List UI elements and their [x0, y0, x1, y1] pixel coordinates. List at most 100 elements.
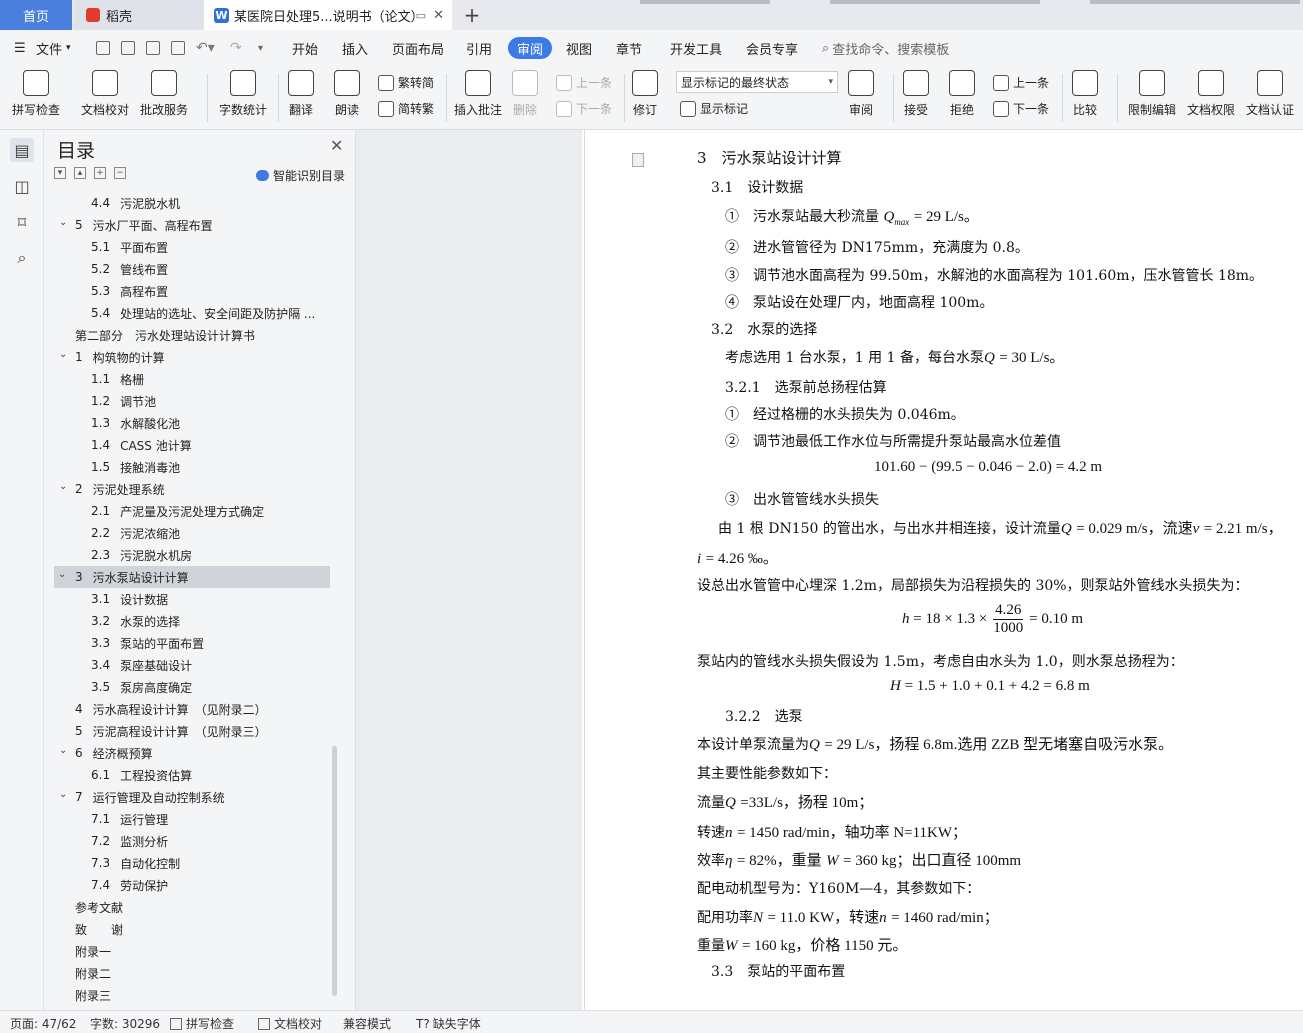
- toc-item[interactable]: 5.1 平面布置: [91, 236, 168, 258]
- toc-item[interactable]: 4.4 污泥脱水机: [91, 192, 180, 214]
- simp-to-trad-button[interactable]: 简转繁: [378, 100, 434, 117]
- menu-item-layout[interactable]: 页面布局: [392, 30, 444, 66]
- menu-item-references[interactable]: 引用: [466, 30, 492, 66]
- add-heading-icon[interactable]: +: [94, 167, 106, 179]
- toc-item[interactable]: 3.2 水泵的选择: [91, 610, 180, 632]
- prev-comment-button[interactable]: 上一条: [556, 74, 612, 91]
- redo-icon[interactable]: ↷: [230, 30, 242, 66]
- toc-item[interactable]: 2.1 产泥量及污泥处理方式确定: [91, 500, 264, 522]
- markup-state-dropdown[interactable]: 显示标记的最终状态 ▾: [676, 71, 838, 93]
- toc-item[interactable]: 参考文献: [75, 896, 123, 918]
- paragraph-icon[interactable]: [632, 153, 644, 167]
- toc-item[interactable]: 2.3 污泥脱水机房: [91, 544, 192, 566]
- menu-item-chapter[interactable]: 章节: [616, 30, 642, 66]
- spell-check-button[interactable]: 拼写检查: [12, 70, 60, 118]
- navigation-icon[interactable]: ◫: [10, 174, 34, 198]
- status-spell-check[interactable]: 拼写检查: [170, 1015, 234, 1032]
- toc-item[interactable]: 5.2 管线布置: [91, 258, 168, 280]
- toc-item[interactable]: 7.2 监测分析: [91, 830, 168, 852]
- status-proofread[interactable]: 文档校对: [258, 1015, 322, 1032]
- new-tab-button[interactable]: +: [460, 0, 484, 30]
- print-icon[interactable]: [146, 30, 160, 66]
- missing-font[interactable]: T? 缺失字体: [416, 1015, 481, 1032]
- toc-item[interactable]: 5 污泥高程设计计算 （见附录三）: [75, 720, 267, 742]
- accept-button[interactable]: 接受: [903, 70, 929, 118]
- search-icon[interactable]: ⌕: [10, 246, 34, 270]
- proofread-button[interactable]: 文档校对: [81, 70, 129, 118]
- word-count[interactable]: 字数: 30296: [90, 1015, 160, 1032]
- menu-item-review[interactable]: 审阅: [508, 37, 553, 59]
- toc-panel-icon[interactable]: ▤: [10, 138, 34, 162]
- chevron-down-icon[interactable]: ⌄: [59, 349, 67, 360]
- review-pane-button[interactable]: 审阅: [848, 70, 874, 118]
- delete-comment-button[interactable]: 删除: [512, 70, 538, 118]
- file-menu[interactable]: 文件 ▾: [36, 30, 71, 66]
- toc-item[interactable]: ⌄ 3 污水泵站设计计算: [54, 566, 330, 588]
- toc-item[interactable]: ⌄ 1 构筑物的计算: [59, 346, 165, 368]
- chevron-down-icon[interactable]: ⌄: [59, 217, 67, 228]
- toc-item[interactable]: 2.2 污泥浓缩池: [91, 522, 180, 544]
- monitor-icon[interactable]: ▭: [416, 9, 426, 22]
- compat-mode[interactable]: 兼容模式: [343, 1015, 391, 1032]
- search-box[interactable]: ⌕ 查找命令、搜索模板: [822, 30, 949, 66]
- batch-service-button[interactable]: 批改服务: [140, 70, 188, 118]
- toc-item[interactable]: 附录一: [75, 940, 111, 962]
- toc-item[interactable]: 附录二: [75, 962, 111, 984]
- remove-heading-icon[interactable]: −: [114, 167, 126, 179]
- chevron-down-icon[interactable]: ⌄: [59, 745, 67, 756]
- tab-home[interactable]: 首页: [0, 0, 72, 30]
- toc-item[interactable]: 7.1 运行管理: [91, 808, 168, 830]
- doc-rights-button[interactable]: 文档权限: [1187, 70, 1235, 118]
- toc-item[interactable]: 1.5 接触消毒池: [91, 456, 180, 478]
- smart-toc-button[interactable]: 智能识别目录: [256, 167, 345, 184]
- toc-item[interactable]: 致 谢: [75, 918, 123, 940]
- toc-item[interactable]: 3.4 泵座基础设计: [91, 654, 192, 676]
- read-aloud-button[interactable]: 朗读: [334, 70, 360, 118]
- save-icon[interactable]: [96, 30, 110, 66]
- toc-item[interactable]: 6.1 工程投资估算: [91, 764, 192, 786]
- toc-item[interactable]: 5.3 高程布置: [91, 280, 168, 302]
- menu-item-view[interactable]: 视图: [566, 30, 592, 66]
- close-icon[interactable]: ✕: [433, 8, 444, 23]
- undo-icon[interactable]: ↶▾: [196, 30, 215, 66]
- next-comment-button[interactable]: 下一条: [556, 100, 612, 117]
- tab-document[interactable]: W 某医院日处理5...说明书（论文） ▭ ✕: [204, 0, 452, 30]
- close-icon[interactable]: ✕: [330, 136, 343, 155]
- preview-icon[interactable]: [171, 30, 185, 66]
- translate-button[interactable]: 翻译: [288, 70, 314, 118]
- restrict-edit-button[interactable]: 限制编辑: [1128, 70, 1176, 118]
- toc-item[interactable]: ⌄ 2 污泥处理系统: [59, 478, 165, 500]
- toc-item[interactable]: ⌄ 6 经济概预算: [59, 742, 153, 764]
- page-indicator[interactable]: 页面: 47/62: [10, 1015, 76, 1032]
- show-markup-button[interactable]: 显示标记: [680, 100, 748, 117]
- collapse-all-icon[interactable]: ▾: [54, 167, 66, 179]
- toc-item[interactable]: 3.3 泵站的平面布置: [91, 632, 204, 654]
- toc-item[interactable]: ⌄ 7 运行管理及自动控制系统: [59, 786, 225, 808]
- menu-item-start[interactable]: 开始: [292, 30, 318, 66]
- toc-item[interactable]: 1.2 调节池: [91, 390, 156, 412]
- revise-button[interactable]: 修订: [632, 70, 658, 118]
- compare-button[interactable]: 比较: [1072, 70, 1098, 118]
- tab-wps[interactable]: 稻壳: [74, 0, 204, 30]
- export-icon[interactable]: [121, 30, 135, 66]
- expand-up-icon[interactable]: ▴: [74, 167, 86, 179]
- chevron-down-icon[interactable]: ▾: [258, 30, 263, 66]
- bookmark-icon[interactable]: ⌑: [10, 210, 34, 234]
- reject-button[interactable]: 拒绝: [949, 70, 975, 118]
- toc-item[interactable]: 1.3 水解酸化池: [91, 412, 180, 434]
- toc-item[interactable]: ⌄ 5 污水厂平面、高程布置: [59, 214, 213, 236]
- hamburger-icon[interactable]: ☰: [14, 30, 26, 66]
- toc-item[interactable]: 7.4 劳动保护: [91, 874, 168, 896]
- toc-item[interactable]: 3.5 泵房高度确定: [91, 676, 192, 698]
- toc-item[interactable]: 1.4 CASS 池计算: [91, 434, 192, 456]
- toc-item[interactable]: 3.1 设计数据: [91, 588, 168, 610]
- toc-item[interactable]: 7.3 自动化控制: [91, 852, 180, 874]
- toc-scrollbar[interactable]: [332, 746, 337, 996]
- toc-item[interactable]: 附录三: [75, 984, 111, 1006]
- toc-item[interactable]: 5.4 处理站的选址、安全间距及防护隔 ...: [91, 302, 315, 324]
- word-count-button[interactable]: 字数统计: [219, 70, 267, 118]
- doc-certify-button[interactable]: 文档认证: [1246, 70, 1294, 118]
- insert-comment-button[interactable]: 插入批注: [454, 70, 502, 118]
- menu-item-member[interactable]: 会员专享: [746, 30, 798, 66]
- chevron-down-icon[interactable]: ⌄: [59, 481, 67, 492]
